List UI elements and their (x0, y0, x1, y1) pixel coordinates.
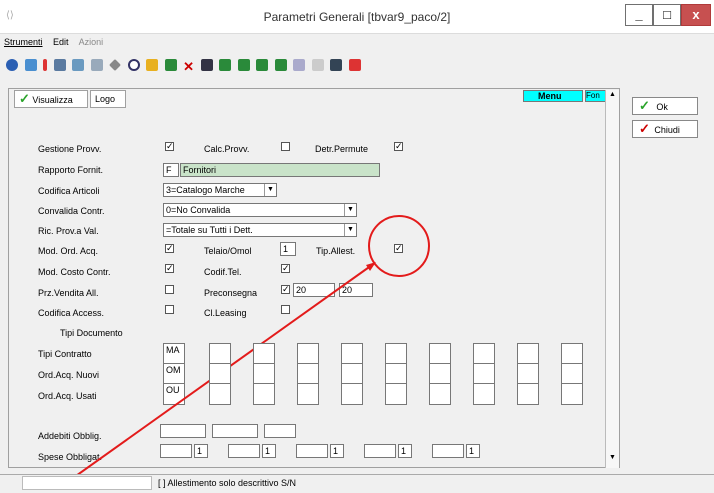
tipi-contratto-field-3[interactable] (253, 343, 275, 365)
spese-count-field-5[interactable]: 1 (466, 444, 480, 458)
ord-acq-nuovi-field-4[interactable] (297, 363, 319, 385)
spese-field-5[interactable] (432, 444, 464, 458)
tipi-contratto-field-8[interactable] (473, 343, 495, 365)
tipi-contratto-field-6[interactable] (385, 343, 407, 365)
tipi-contratto-field-10[interactable] (561, 343, 583, 365)
arrow-head (366, 262, 376, 271)
ord-acq-usati-field-4[interactable] (297, 383, 319, 405)
tipi-contratto-field-2[interactable] (209, 343, 231, 365)
spese-field-1[interactable] (160, 444, 192, 458)
ord-acq-usati-field-8[interactable] (473, 383, 495, 405)
ord-acq-usati-field-7[interactable] (429, 383, 451, 405)
ord-acq-nuovi-field-9[interactable] (517, 363, 539, 385)
ord-acq-nuovi-field-7[interactable] (429, 363, 451, 385)
ord-acq-nuovi-field-2[interactable] (209, 363, 231, 385)
ord-acq-nuovi-field-5[interactable] (341, 363, 363, 385)
spese-count-field-3[interactable]: 1 (330, 444, 344, 458)
ord-acq-usati-field-10[interactable] (561, 383, 583, 405)
tipi-contratto-field-7[interactable] (429, 343, 451, 365)
spese-count-field-4[interactable]: 1 (398, 444, 412, 458)
ord-acq-nuovi-field-8[interactable] (473, 363, 495, 385)
tipi-contratto-field-9[interactable] (517, 343, 539, 365)
status-text: [ ] Allestimento solo descrittivo S/N (158, 478, 297, 488)
ord-acq-usati-field-3[interactable] (253, 383, 275, 405)
spese-field-2[interactable] (228, 444, 260, 458)
annotation-overlay (51, 215, 430, 493)
ord-acq-nuovi-field-10[interactable] (561, 363, 583, 385)
ord-acq-usati-field-9[interactable] (517, 383, 539, 405)
tipi-contratto-field-5[interactable] (341, 343, 363, 365)
spese-count-field-2[interactable]: 1 (262, 444, 276, 458)
tipi-contratto-field-4[interactable] (297, 343, 319, 365)
ord-acq-usati-field-6[interactable] (385, 383, 407, 405)
ord-acq-usati-field-5[interactable] (341, 383, 363, 405)
ord-acq-nuovi-field-6[interactable] (385, 363, 407, 385)
highlight-circle (368, 215, 430, 277)
spese-field-3[interactable] (296, 444, 328, 458)
spese-field-4[interactable] (364, 444, 396, 458)
ord-acq-nuovi-field-3[interactable] (253, 363, 275, 385)
status-field (22, 476, 152, 490)
ord-acq-usati-field-2[interactable] (209, 383, 231, 405)
spese-count-field-1[interactable]: 1 (194, 444, 208, 458)
